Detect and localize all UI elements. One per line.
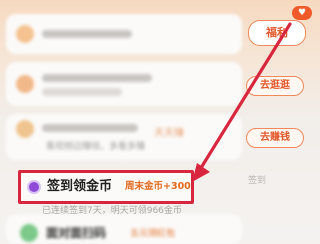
annotation-arrow-icon <box>192 22 292 182</box>
